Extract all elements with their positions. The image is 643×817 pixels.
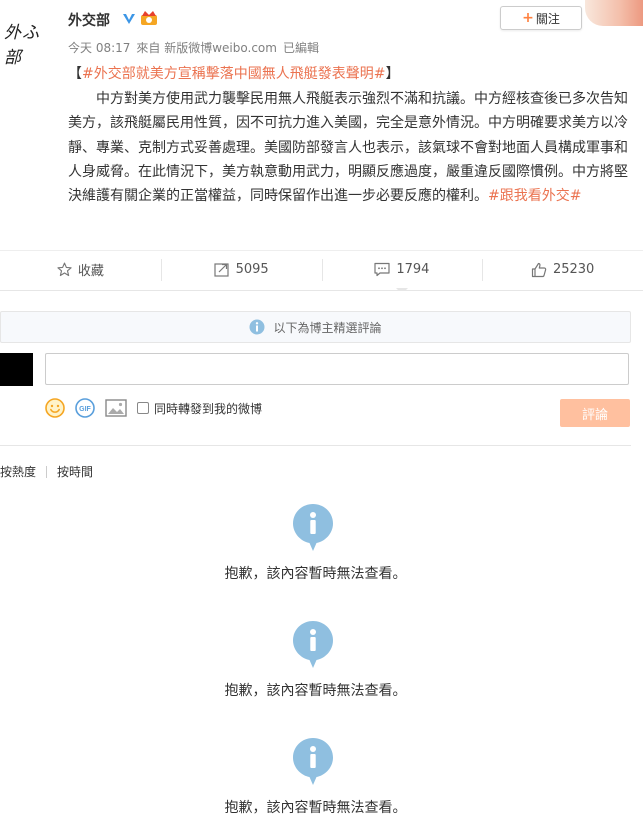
repost-checkbox[interactable]: 同時轉發到我的微博 xyxy=(137,400,262,417)
star-icon xyxy=(57,262,72,277)
unavailable-comment: 抱歉，該內容暫時無法查看。 xyxy=(0,503,631,593)
author-avatar[interactable]: 外ふ部 xyxy=(4,18,54,68)
featured-comments-notice: 以下為博主精選評論 xyxy=(0,311,631,343)
sort-separator xyxy=(46,465,48,478)
info-bubble-icon xyxy=(293,738,333,785)
unavailable-message: 抱歉，該內容暫時無法查看。 xyxy=(224,800,407,816)
post-title: 【#外交部就美方宣稱擊落中國無人飛艇發表聲明#】 xyxy=(68,63,399,83)
comment-toolbar: GIF 同時轉發到我的微博 xyxy=(45,397,272,419)
follow-button[interactable]: + 關注 xyxy=(500,6,582,30)
unavailable-comment: 抱歉，該內容暫時無法查看。 xyxy=(0,737,631,817)
vip-crown-icon[interactable] xyxy=(139,10,159,26)
info-bubble-icon xyxy=(293,621,333,668)
info-bubble-icon xyxy=(293,504,333,551)
sort-by-hot[interactable]: 按熱度 xyxy=(0,463,36,480)
repost-button[interactable]: 5095 xyxy=(160,251,322,288)
post-source[interactable]: 來自 新版微博weibo.com xyxy=(136,41,277,55)
repost-icon xyxy=(213,263,229,277)
emoji-button[interactable] xyxy=(45,398,65,418)
post-actions: 收藏 5095 1794 25230 xyxy=(0,250,643,294)
sort-by-time[interactable]: 按時間 xyxy=(57,463,93,480)
smiley-icon xyxy=(45,398,65,418)
follow-label: 關注 xyxy=(535,11,560,26)
gif-button[interactable]: GIF xyxy=(75,398,95,418)
comment-icon xyxy=(374,262,390,277)
svg-text:GIF: GIF xyxy=(79,406,91,413)
image-button[interactable] xyxy=(105,399,127,417)
like-button[interactable]: 25230 xyxy=(482,251,643,288)
author-name[interactable]: 外交部 xyxy=(68,10,110,30)
comment-count: 1794 xyxy=(396,262,430,277)
comment-input[interactable] xyxy=(45,353,629,385)
favorite-button[interactable]: 收藏 xyxy=(0,251,161,288)
header-decoration xyxy=(585,0,643,26)
thumbs-up-icon xyxy=(531,262,547,277)
title-hashtag[interactable]: #外交部就美方宣稱擊落中國無人飛艇發表聲明# xyxy=(82,66,385,82)
weibo-post: 外ふ部 外交部 + 關注 今天 08:17 來自 新版微博weibo.com 已編輯… xyxy=(0,0,643,250)
plus-icon: + xyxy=(522,10,534,26)
my-avatar xyxy=(0,353,33,386)
repost-checkbox-label: 同時轉發到我的微博 xyxy=(154,401,263,416)
unavailable-comment: 抱歉，該內容暫時無法查看。 xyxy=(0,620,631,710)
comment-section: 以下為博主精選評論 GIF 同時轉發到我的微博 評論 按熱度 按時間 抱歉，該內… xyxy=(0,290,643,817)
comment-button[interactable]: 1794 xyxy=(321,251,483,294)
title-bracket-close: 】 xyxy=(385,66,400,82)
unavailable-message: 抱歉，該內容暫時無法查看。 xyxy=(224,683,407,699)
image-icon xyxy=(105,399,127,417)
info-icon xyxy=(249,319,265,335)
divider xyxy=(0,445,631,446)
post-meta: 今天 08:17 來自 新版微博weibo.com 已編輯 xyxy=(68,39,325,56)
gif-icon: GIF xyxy=(75,398,95,418)
repost-count: 5095 xyxy=(235,262,269,277)
like-count: 25230 xyxy=(552,262,595,277)
comment-sort: 按熱度 按時間 xyxy=(0,463,93,480)
body-hashtag[interactable]: #跟我看外交# xyxy=(488,188,581,204)
edited-mark: 已編輯 xyxy=(282,41,319,55)
checkbox-box[interactable] xyxy=(137,402,149,414)
post-body: 中方對美方使用武力襲擊民用無人飛艇表示強烈不滿和抗議。中方經核查後已多次告知美方… xyxy=(68,87,634,208)
title-bracket-open: 【 xyxy=(68,66,82,82)
verified-icon xyxy=(123,14,135,24)
submit-comment-button[interactable]: 評論 xyxy=(560,399,630,427)
unavailable-message: 抱歉，該內容暫時無法查看。 xyxy=(224,566,407,582)
favorite-label: 收藏 xyxy=(77,264,104,279)
notice-text: 以下為博主精選評論 xyxy=(273,320,382,335)
post-time[interactable]: 今天 08:17 xyxy=(68,41,130,55)
